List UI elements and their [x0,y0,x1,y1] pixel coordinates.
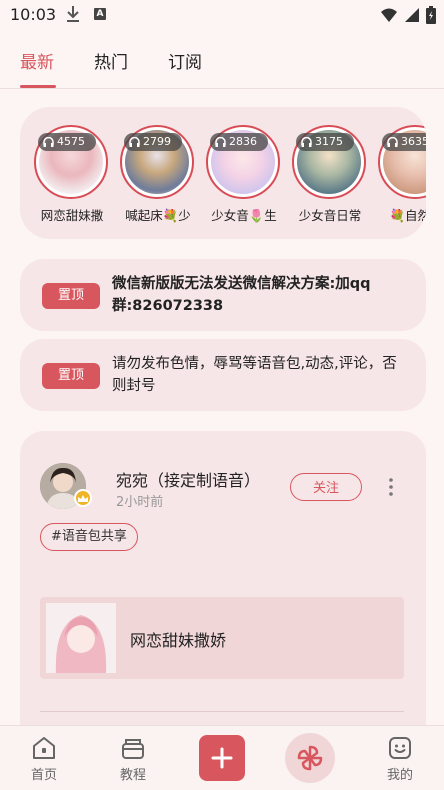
nav-tutorial-label: 教程 [119,768,146,783]
plus-icon [211,747,233,769]
nav-tutorial[interactable]: 教程 [103,736,163,783]
nav-home[interactable]: 首页 [14,736,74,783]
story-name: 少女音日常 [298,208,362,223]
signal-icon [405,8,419,22]
follow-button[interactable]: 关注 [290,473,362,501]
notice-text: 请勿发布色情，辱骂等语音包,动态,评论，否则封号 [112,356,397,394]
tab-bar: 最新 热门 订阅 [0,30,444,89]
headphones-icon [43,137,54,147]
wifi-icon [381,8,397,22]
headphones-icon [129,137,140,147]
topic-tag[interactable]: #语音包共享 [40,523,138,551]
notice-text: 微信新版版无法发送微信解决方案:加qq群:826072338 [112,276,371,314]
headphones-icon [387,137,398,147]
keyboard-a-icon: A [94,8,106,20]
more-options-icon[interactable] [386,477,396,497]
listen-count-badge: 4575 [38,133,96,151]
voice-pack-name: 网恋甜妹撒娇 [130,631,227,650]
home-icon [33,737,55,759]
nav-mine[interactable]: 我的 [370,736,430,783]
nav-mine-label: 我的 [386,768,413,783]
headphones-icon [215,137,226,147]
story-name: 💐自然少 [389,208,426,223]
pinned-badge: 置顶 [42,283,100,309]
listen-count: 2836 [229,135,257,148]
story-name: 少女音🌷生 [211,208,277,223]
listen-count-badge: 2799 [124,133,182,151]
post-card[interactable]: 宛宛（接定制语音） 2小时前 关注 #语音包共享 网恋甜妹撒娇 [20,431,426,751]
tab-indicator [20,85,56,88]
voice-pack-card[interactable]: 网恋甜妹撒娇 [40,597,404,679]
download-icon [67,6,79,22]
author-name[interactable]: 宛宛（接定制语音） [116,467,260,491]
listen-count-badge: 3635 [382,133,426,151]
tab-subscribe[interactable]: 订阅 [168,48,202,73]
add-post-button[interactable] [199,735,245,781]
story-name: 喊起床💐少 [125,208,191,223]
headphones-icon [301,137,312,147]
pinned-notice[interactable]: 置顶 请勿发布色情，辱骂等语音包,动态,评论，否则封号 [20,339,426,411]
pinned-badge: 置顶 [42,363,100,389]
tutorial-icon [122,739,144,759]
smiley-icon [389,737,411,759]
voice-pack-carousel: 4575 网恋甜妹撒 2799 喊起床💐少 2836 少女音🌷生 3175 少女… [20,107,426,239]
battery-icon [426,6,436,24]
listen-count: 3175 [315,135,343,148]
listen-count-badge: 2836 [210,133,268,151]
story-name: 网恋甜妹撒 [40,208,104,223]
status-time: 10:03 [10,5,57,24]
listen-count-badge: 3175 [296,133,354,151]
voice-pack-thumbnail [46,603,116,673]
divider [40,711,404,712]
listen-count: 4575 [57,135,85,148]
pinwheel-button[interactable] [285,733,335,783]
nav-home-label: 首页 [30,768,57,783]
tab-hot[interactable]: 热门 [94,48,128,73]
pinwheel-icon [297,745,323,771]
pinned-notice[interactable]: 置顶 微信新版版无法发送微信解决方案:加qq群:826072338 [20,259,426,331]
tab-latest[interactable]: 最新 [20,48,54,73]
listen-count: 3635 [401,135,426,148]
vip-crown-icon [74,489,92,507]
listen-count: 2799 [143,135,171,148]
bottom-nav: 首页 教程 我的 [0,725,444,790]
status-bar: 10:03 A [0,0,444,30]
post-time: 2小时前 [116,495,164,510]
